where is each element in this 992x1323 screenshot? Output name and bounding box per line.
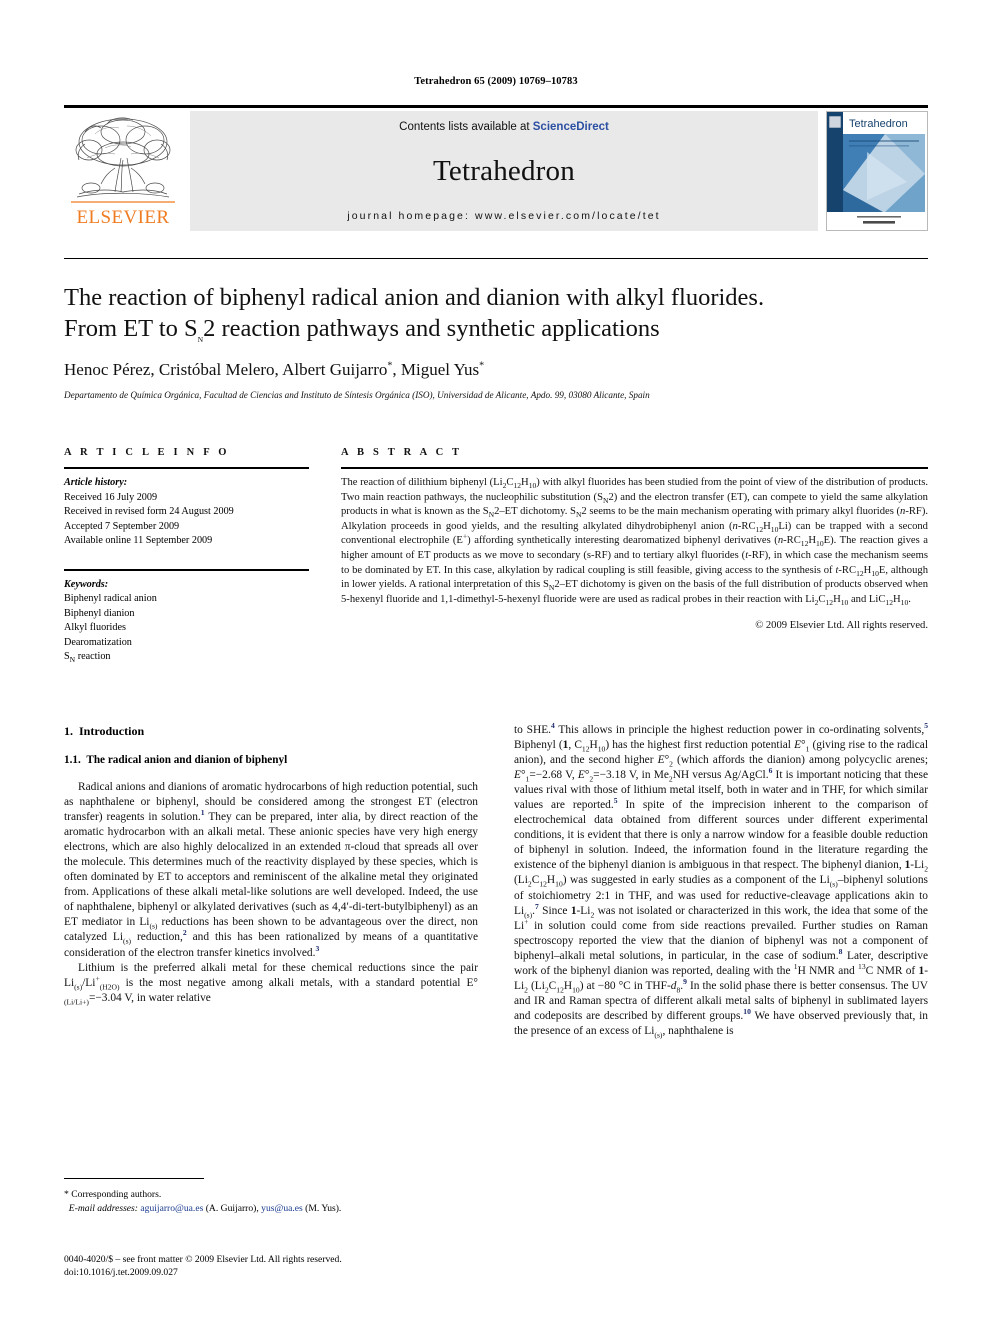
body-paragraph: Lithium is the preferred alkali metal fo… [64,961,478,1006]
article-history-item: Received in revised form 24 August 2009 [64,506,234,517]
running-head: Tetrahedron 65 (2009) 10769–10783 [414,76,578,87]
doi-line: doi:10.1016/j.tet.2009.09.027 [64,1267,178,1278]
email-link-guijarro[interactable]: aguijarro@ua.es [140,1203,203,1214]
article-info-rule [64,467,309,469]
abstract-heading: A B S T R A C T [341,447,463,458]
keywords-label: Keywords: [64,578,109,590]
keyword-item: Biphenyl dianion [64,607,135,619]
article-info-heading: A R T I C L E I N F O [64,447,230,458]
article-history-item: Accepted 7 September 2009 [64,520,180,532]
elsevier-logo: ELSEVIER [64,111,182,231]
email-link-yus[interactable]: yus@ua.es [261,1203,303,1214]
title-divider [64,258,928,259]
keyword-item: Alkyl fluorides [64,622,126,633]
email-attr-guijarro: (A. Guijarro), [203,1202,259,1214]
email-attr-yus: (M. Yus). [302,1202,342,1214]
body-column-left: 1. Introduction 1.1. The radical anion a… [64,723,478,1039]
page-title: The reaction of biphenyl radical anion a… [64,282,928,344]
affiliation: Departamento de Química Orgánica, Facult… [64,390,650,400]
article-info-abstract-block: A R T I C L E I N F O Article history: R… [64,447,928,665]
sciencedirect-link[interactable]: ScienceDirect [533,121,609,133]
body-paragraph: Radical anions and dianions of aromatic … [64,781,479,959]
author-list: Henoc Pérez, Cristóbal Melero, Albert Gu… [64,360,928,380]
section-heading-introduction: 1. Introduction [64,723,478,739]
journal-title: Tetrahedron [433,155,575,187]
elsevier-tree-icon [71,117,175,203]
contents-available-line: Contents lists available at ScienceDirec… [399,121,609,133]
keyword-item: SN reaction [64,650,309,665]
subsection-heading-radical-anion: 1.1. The radical anion and dianion of bi… [64,753,478,768]
section-title: Introduction [79,724,145,738]
abstract-text: The reaction of dilithium biphenyl (Li2C… [341,477,929,607]
author-star-2: * [479,360,485,372]
keyword-sn-b: reaction [75,651,111,662]
svg-text:Tetrahedron: Tetrahedron [849,118,908,130]
keywords-rule [64,568,309,571]
elsevier-wordmark: ELSEVIER [76,207,170,228]
body-column-right: to SHE.4 This allows in principle the hi… [514,721,929,1040]
sciencedirect-band: Contents lists available at ScienceDirec… [190,111,818,231]
authors-names: Henoc Pérez, Cristóbal Melero, Albert Gu… [64,360,388,379]
journal-cover-art: Tetrahedron [827,112,925,230]
abstract-rule [341,467,928,469]
keyword-item: Biphenyl radical anion [64,593,157,604]
journal-homepage-link[interactable]: journal homepage: www.elsevier.com/locat… [347,210,660,222]
paper-page: Tetrahedron 65 (2009) 10769–10783 ELSEVI… [0,0,992,1323]
abstract-copyright: © 2009 Elsevier Ltd. All rights reserved… [755,620,928,632]
title-line-1: The reaction of biphenyl radical anion a… [64,284,765,311]
keyword-item: Dearomatization [64,636,132,648]
title-line-2-a: From ET to S [64,315,198,342]
body-paragraph: to SHE.4 This allows in principle the hi… [514,721,929,1040]
issn-line: 0040-4020/$ – see front matter © 2009 El… [64,1254,342,1265]
article-history-label: Article history: [64,477,128,488]
journal-masthead: ELSEVIER Contents lists available at Sci… [64,105,928,231]
article-history-item: Received 16 July 2009 [64,491,158,503]
footnote-block: * Corresponding authors. E-mail addresse… [64,1178,478,1215]
abstract-column: A B S T R A C T The reaction of dilithiu… [341,447,928,665]
subsection-number: 1.1. [64,754,81,766]
issn-copyright-block: 0040-4020/$ – see front matter © 2009 El… [64,1253,564,1279]
subsection-title: The radical anion and dianion of bipheny… [86,754,288,766]
body-columns: 1. Introduction 1.1. The radical anion a… [64,721,929,1040]
title-block: The reaction of biphenyl radical anion a… [64,282,928,402]
article-info-column: A R T I C L E I N F O Article history: R… [64,447,309,665]
journal-cover-thumbnail[interactable]: Tetrahedron [826,111,928,231]
section-number: 1. [64,724,73,738]
authors-names-2: , Miguel Yus [392,360,480,379]
footnote-rule [64,1178,204,1179]
corresponding-author-note: * Corresponding authors. [64,1189,162,1200]
contents-prefix: Contents lists available at [399,121,533,133]
article-history-item: Available online 11 September 2009 [64,535,213,546]
email-addresses-note: E-mail addresses: aguijarro@ua.es (A. Gu… [64,1202,478,1216]
email-label: E-mail addresses: [68,1202,138,1214]
title-line-2-b: 2 reaction pathways and synthetic applic… [203,315,660,342]
